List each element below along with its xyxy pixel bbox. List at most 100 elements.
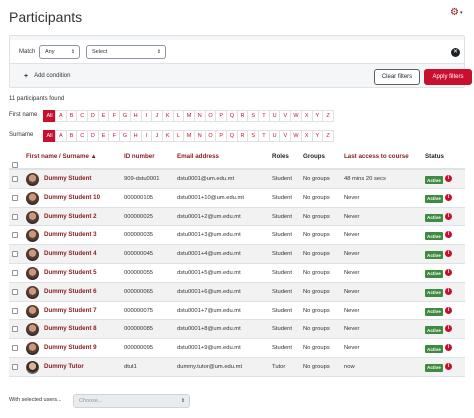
avatar[interactable] [26,285,39,299]
avatar[interactable] [26,210,39,224]
sort-name-label: First name / Surname [26,153,89,160]
row-checkbox[interactable] [12,194,18,201]
info-icon[interactable]: i [445,344,452,352]
id-number: 909-dstu0001 [124,176,160,182]
avatar[interactable] [26,266,39,280]
last-access: Never [344,213,360,220]
apply-filters-button[interactable]: Apply filters [424,69,472,85]
groups: No groups [303,269,330,276]
info-icon[interactable]: i [445,212,452,220]
participant-name-link[interactable]: Dummy Student 7 [44,307,97,314]
row-checkbox[interactable] [12,251,18,258]
info-icon[interactable]: i [445,287,452,295]
bulk-action-select[interactable]: Choose... ⇕ [73,394,190,408]
avatar[interactable] [26,304,39,318]
info-icon[interactable]: i [445,306,452,314]
role: Student [272,345,292,352]
id-number: 000000065 [124,288,154,295]
status-badge: Active [425,307,443,316]
caret-down-icon: ▾ [459,10,463,16]
row-checkbox[interactable] [12,307,18,314]
plus-icon: + [24,73,29,80]
table-row: Dummy Student 9 000000095 dstu0001+9@um.ed… [9,339,465,358]
email-address: dstu0001+4@um.edu.mt [177,251,241,258]
surname-initial-z[interactable]: Z [322,130,334,142]
participant-name-link[interactable]: Dummy Student 10 [44,194,100,201]
row-checkbox[interactable] [12,345,18,352]
filter-row: Match Any ⇕ Select ⇕ ✕ [10,40,464,64]
participants-table: First name / Surname ▲ ID number Email a… [9,150,465,377]
status-badge: Active [425,345,443,354]
row-checkbox[interactable] [12,288,18,295]
table-body: Dummy Student 909-dstu0001 dstu0001@um.edu… [9,170,465,377]
table-row: Dummy Student 2 000000025 dstu0001+2@um.ed… [9,207,465,227]
participant-name-link[interactable]: Dummy Student 8 [44,325,97,332]
table-row: Dummy Student 4 000000045 dstu0001+4@um.ed… [9,245,465,264]
surname-initials-label: Surname [9,132,34,138]
status-badge: Active [425,213,443,222]
add-condition-link[interactable]: + Add condition [24,73,70,80]
email-address: dstu0001+9@um.edu.mt [177,345,241,352]
status-badge: Active [425,194,443,203]
participant-name-link[interactable]: Dummy Student 6 [44,288,97,295]
role: Student [272,288,292,295]
select-all-checkbox[interactable] [12,162,18,168]
avatar[interactable] [26,342,39,356]
sort-name-header[interactable]: First name / Surname ▲ [26,153,97,160]
participant-name-link[interactable]: Dummy Student 5 [44,269,97,276]
page-actions-menu[interactable]: ⚙ ▾ [450,8,466,18]
participant-name-link[interactable]: Dummy Student 4 [44,250,97,257]
page-title: Participants [9,9,83,25]
avatar[interactable] [26,360,39,374]
status-badge: Active [425,269,443,278]
updown-icon: ⇕ [70,49,75,55]
row-checkbox[interactable] [12,363,18,370]
row-checkbox[interactable] [12,326,18,333]
row-checkbox[interactable] [12,269,18,276]
match-type-select[interactable]: Any ⇕ [39,45,80,59]
info-icon[interactable]: i [445,231,452,239]
role: Student [272,176,292,182]
avatar[interactable] [26,191,39,205]
email-address: dstu0001+3@um.edu.mt [177,232,241,239]
sort-last-access-header[interactable]: Last access to course [344,153,409,160]
info-icon[interactable]: i [445,325,452,333]
row-checkbox[interactable] [12,232,18,239]
sort-id-header[interactable]: ID number [124,153,155,160]
last-access: now [344,363,355,370]
sort-email-header[interactable]: Email address [177,153,219,160]
avatar[interactable] [26,229,39,243]
row-checkbox[interactable] [12,213,18,220]
firstname-initial-z[interactable]: Z [322,110,334,122]
info-icon[interactable]: i [445,175,452,182]
last-access: Never [344,269,360,276]
bulk-action-label: With selected users... [9,397,62,403]
participant-name-link[interactable]: Dummy Tutor [44,363,84,370]
email-address: dstu0001+7@um.edu.mt [177,307,241,314]
role: Student [272,213,292,220]
filter-type-value: Select [92,49,108,55]
remove-filter-icon[interactable]: ✕ [451,48,460,57]
role: Student [272,326,292,333]
row-checkbox[interactable] [12,176,18,182]
last-access: Never [344,288,360,295]
avatar[interactable] [26,173,39,186]
id-number: 000000055 [124,269,154,276]
groups: No groups [303,326,330,333]
participant-name-link[interactable]: Dummy Student 9 [44,344,97,351]
id-number: 000000075 [124,307,154,314]
info-icon[interactable]: i [445,268,452,276]
avatar[interactable] [26,323,39,337]
participant-name-link[interactable]: Dummy Student [44,175,91,182]
participant-name-link[interactable]: Dummy Student 3 [44,231,97,238]
info-icon[interactable]: i [445,193,452,201]
info-icon[interactable]: i [445,250,452,258]
info-icon[interactable]: i [445,362,452,370]
email-address: dstu0001+10@um.edu.mt [177,194,244,201]
participant-name-link[interactable]: Dummy Student 2 [44,213,97,220]
clear-filters-button[interactable]: Clear filters [374,69,420,85]
role: Student [272,251,292,258]
avatar[interactable] [26,248,39,262]
email-address: dstu0001+6@um.edu.mt [177,288,241,295]
filter-type-select[interactable]: Select ⇕ [86,45,166,59]
